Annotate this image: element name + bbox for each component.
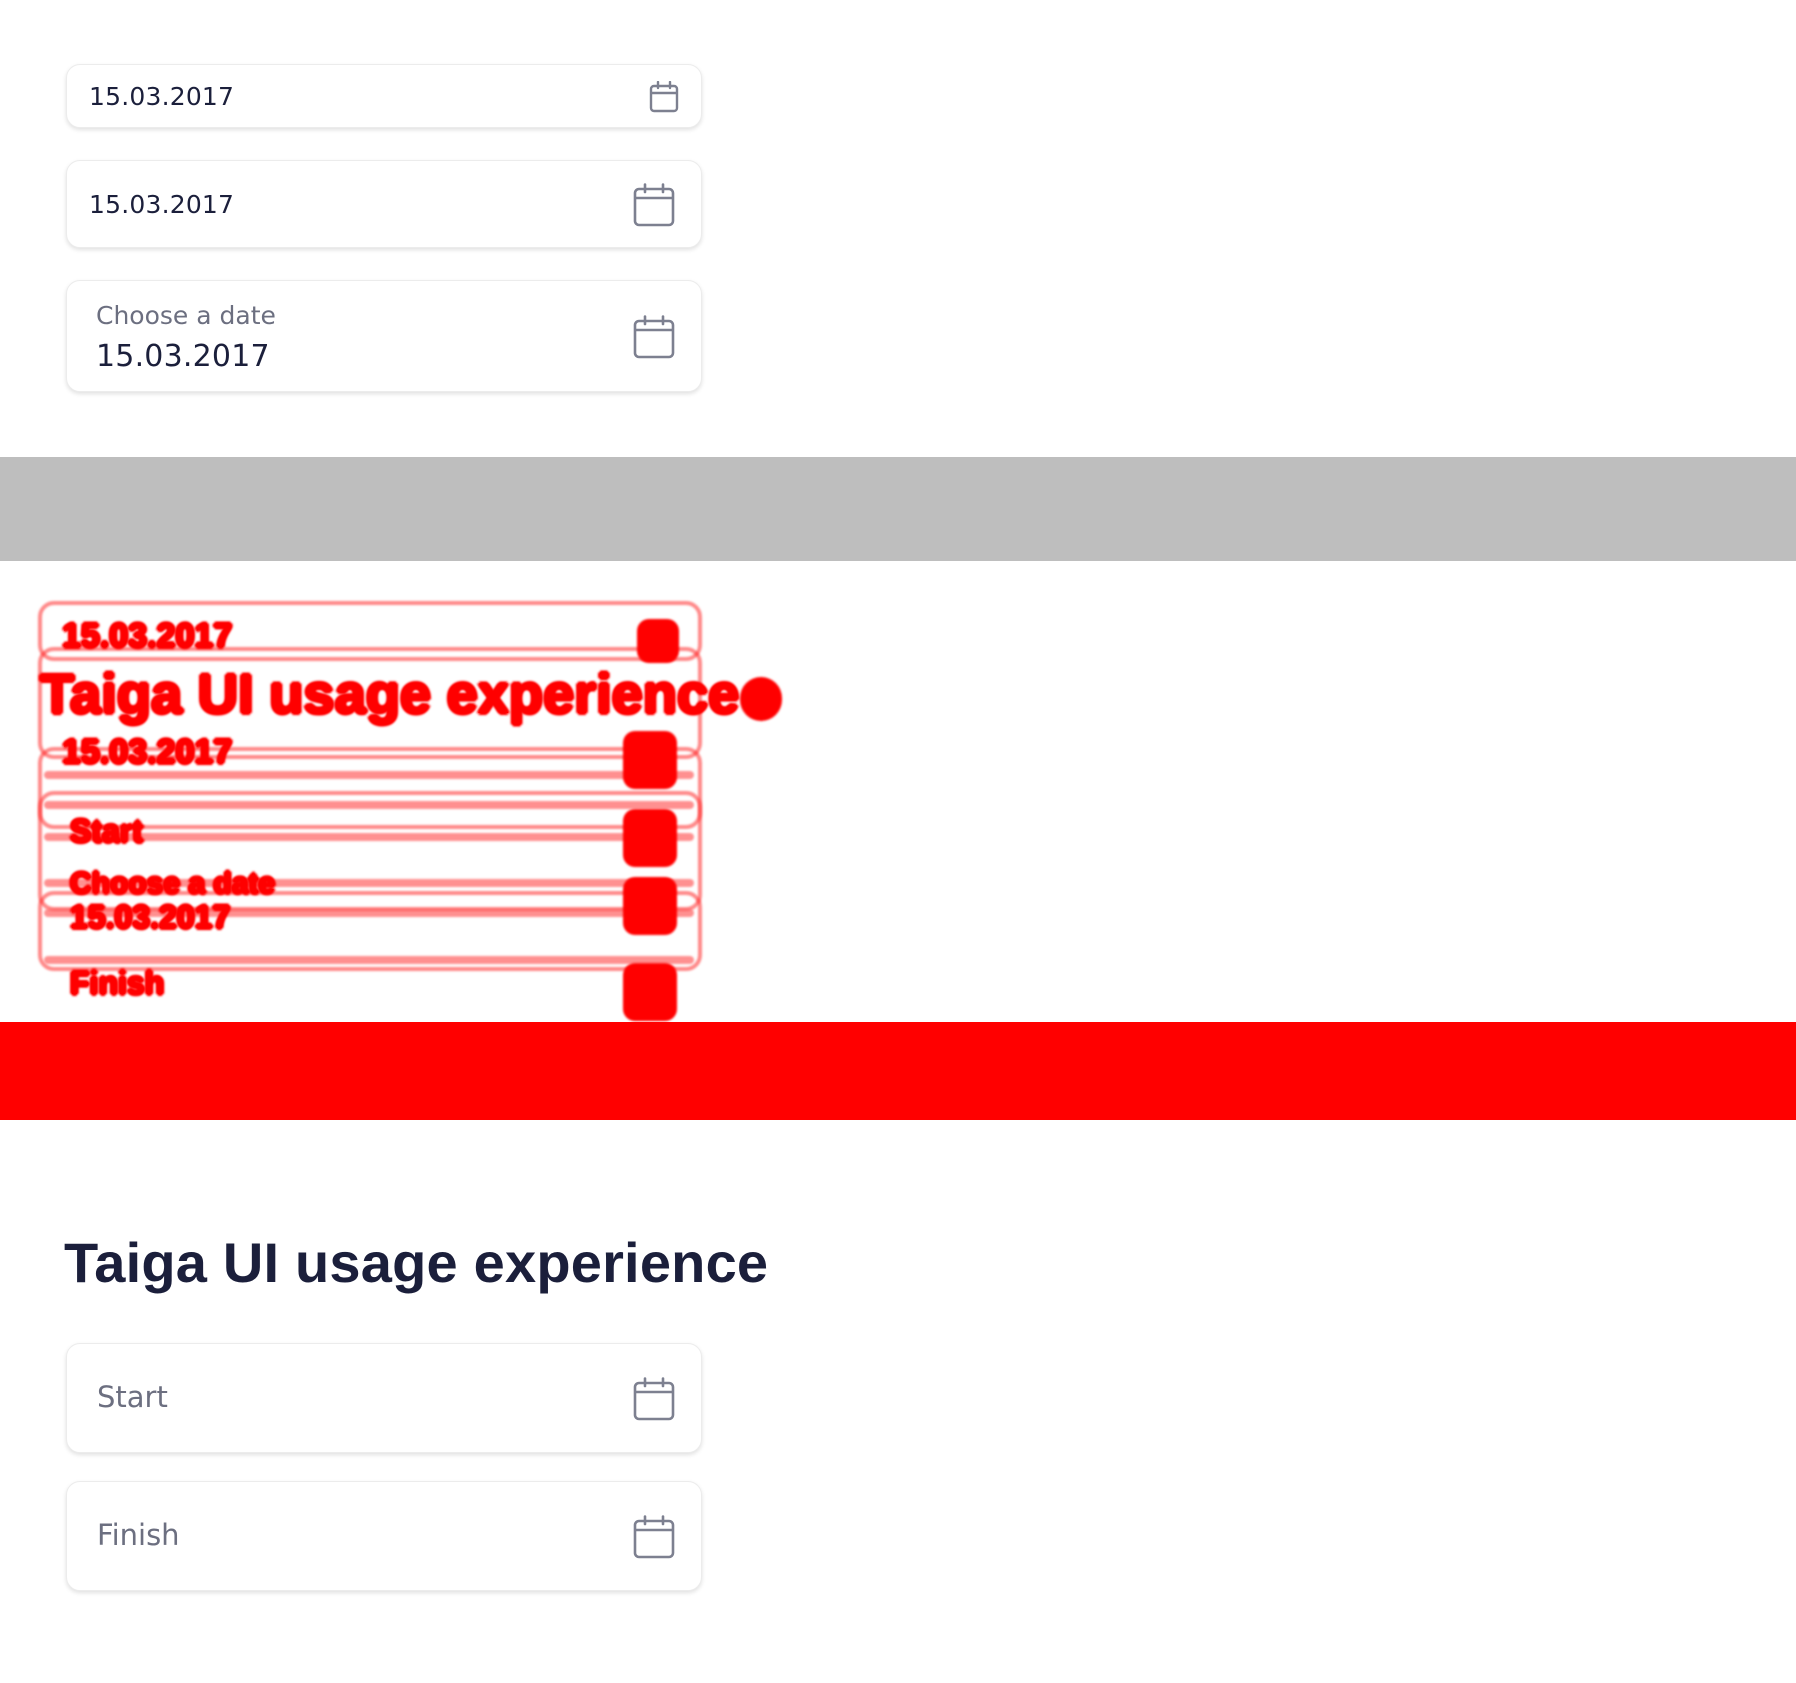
date-input-medium[interactable]: 15.03.2017	[66, 160, 702, 248]
calendar-icon[interactable]	[633, 1515, 675, 1559]
date-input-label: Choose a date	[96, 301, 276, 330]
section-range-inputs: Taiga UI usage experience Start Finish	[0, 1120, 1796, 1683]
date-input-large-labeled[interactable]: Choose a date 15.03.2017	[66, 280, 702, 392]
section-diff-overlay: 15.03.2017 Taiga UI usage experience 15.…	[0, 561, 1796, 1022]
start-placeholder: Start	[97, 1380, 168, 1414]
diff-text-choose: Choose a date	[70, 867, 276, 900]
finish-placeholder: Finish	[97, 1518, 180, 1552]
date-input-small-value: 15.03.2017	[89, 82, 235, 111]
diff-icon-blob	[637, 619, 679, 663]
date-input-large-value: 15.03.2017	[96, 339, 270, 374]
diff-text-finish: Finish	[70, 965, 165, 1001]
date-input-small[interactable]: 15.03.2017	[66, 64, 702, 128]
diff-icon-blob	[623, 809, 677, 867]
finish-date-input[interactable]: Finish	[66, 1481, 702, 1591]
diff-text-value: 15.03.2017	[62, 733, 233, 771]
diff-line	[44, 771, 694, 779]
calendar-icon[interactable]	[633, 183, 675, 227]
start-date-input[interactable]: Start	[66, 1343, 702, 1453]
date-input-medium-value: 15.03.2017	[89, 190, 235, 219]
calendar-icon[interactable]	[633, 1377, 675, 1421]
diff-text-value: 15.03.2017	[70, 899, 231, 935]
section-date-inputs: 15.03.2017 15.03.2017 Choose a date 15.0…	[0, 0, 1796, 457]
diff-line	[44, 801, 694, 809]
calendar-icon[interactable]	[633, 315, 675, 359]
diff-text-start: Start	[70, 813, 143, 849]
diff-text-title: Taiga UI usage experience	[40, 662, 740, 725]
diff-icon-blob	[623, 731, 677, 789]
calendar-icon[interactable]	[649, 81, 679, 113]
separator-red	[0, 1022, 1796, 1120]
separator-gray	[0, 457, 1796, 561]
diff-icon-blob	[623, 963, 677, 1021]
diff-text-value: 15.03.2017	[62, 617, 233, 655]
diff-icon-blob	[623, 877, 677, 935]
diff-icon-blob	[740, 677, 782, 721]
diff-line	[44, 956, 694, 964]
page-title: Taiga UI usage experience	[64, 1231, 769, 1294]
